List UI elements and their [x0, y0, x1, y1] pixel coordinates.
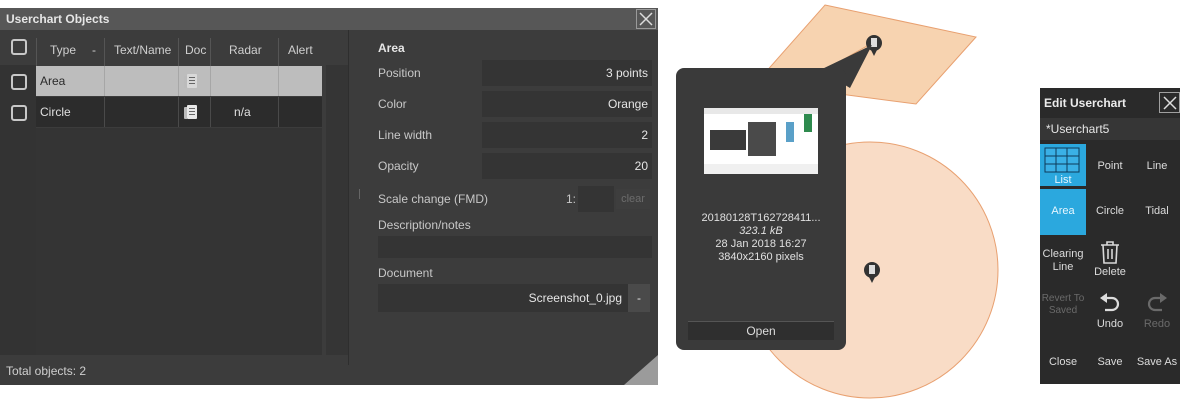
redo-label: Redo [1143, 318, 1171, 330]
preview-date: 28 Jan 2018 16:27 [715, 238, 807, 250]
preview-dimensions: 3840x2160 pixels [718, 251, 804, 263]
document-thumbnail[interactable] [704, 108, 818, 174]
userchart-name-field[interactable]: *Userchart5 [1040, 118, 1180, 140]
remove-document-button[interactable]: - [628, 284, 650, 312]
document-preview-popup: 20180128T162728411... 323.1 kB 28 Jan 20… [676, 68, 846, 350]
edit-userchart-panel: Edit Userchart *Userchart5 List Point Li… [1040, 88, 1180, 384]
row-checkbox[interactable] [11, 105, 27, 121]
color-field[interactable]: Orange [482, 91, 652, 117]
total-objects-count: Total objects: 2 [6, 364, 87, 378]
document-label: Document [378, 266, 433, 280]
description-label: Description/notes [378, 218, 471, 232]
preview-filesize: 323.1 kB [739, 225, 783, 237]
open-button[interactable]: Open [688, 321, 834, 340]
position-field[interactable]: 3 points [482, 60, 652, 86]
splitter-handle[interactable] [359, 189, 360, 199]
userchart-objects-panel: Userchart Objects Type - Text/Name Doc R… [0, 8, 658, 385]
type-column-header[interactable]: Type [50, 43, 76, 57]
row-type: Circle [40, 105, 71, 119]
delete-label: Delete [1094, 266, 1126, 278]
undo-label: Undo [1096, 318, 1124, 330]
color-label: Color [378, 97, 407, 111]
undo-icon [1100, 293, 1120, 312]
scale-change-label: Scale change (FMD) [378, 192, 489, 206]
row-checkbox[interactable] [11, 74, 27, 90]
clear-button[interactable]: clear [616, 189, 650, 209]
revert-to-saved-button[interactable]: Revert To Saved [1040, 293, 1086, 317]
userchart-name: *Userchart5 [1046, 122, 1110, 136]
table-icon [1044, 147, 1080, 173]
list-tool-button[interactable]: List [1040, 144, 1086, 186]
list-tool-label: List [1054, 174, 1072, 186]
close-button[interactable] [636, 9, 656, 29]
document-icon[interactable] [184, 105, 197, 119]
trash-icon [1101, 241, 1119, 264]
properties-heading: Area [378, 41, 405, 55]
scale-prefix: 1: [566, 192, 577, 206]
table-row[interactable]: Circle n/a [36, 97, 322, 127]
opacity-label: Opacity [378, 159, 419, 173]
object-list-empty-area [36, 128, 322, 355]
close-icon [1162, 95, 1177, 110]
line-width-field[interactable]: 2 [482, 122, 652, 148]
delete-button[interactable]: Delete [1087, 238, 1133, 286]
sort-indicator: - [92, 43, 96, 57]
userchart-objects-titlebar: Userchart Objects [0, 8, 658, 30]
area-tool-button[interactable]: Area [1040, 189, 1086, 235]
radar-column-header[interactable]: Radar [229, 43, 262, 57]
redo-button[interactable]: Redo [1134, 288, 1180, 336]
line-tool-button[interactable]: Line [1134, 160, 1180, 172]
close-icon [639, 12, 653, 26]
row-type: Area [40, 74, 66, 88]
preview-filename: 20180128T162728411... [701, 212, 821, 224]
doc-column-header[interactable]: Doc [185, 43, 206, 57]
clearing-line-tool-button[interactable]: Clearing Line [1040, 248, 1086, 274]
document-field[interactable]: Screenshot_0.jpg [378, 284, 628, 312]
alert-column-header[interactable]: Alert [288, 43, 313, 57]
description-field[interactable] [378, 236, 652, 258]
point-tool-button[interactable]: Point [1087, 160, 1133, 172]
save-as-button[interactable]: Save As [1134, 356, 1180, 368]
edit-userchart-title: Edit Userchart [1044, 96, 1127, 110]
opacity-field[interactable]: 20 [482, 153, 652, 179]
close-userchart-button[interactable]: Close [1040, 356, 1086, 368]
save-button[interactable]: Save [1087, 356, 1133, 368]
redo-icon [1147, 293, 1167, 312]
text-name-column-header[interactable]: Text/Name [114, 43, 171, 57]
circle-tool-button[interactable]: Circle [1087, 205, 1133, 217]
close-button[interactable] [1159, 92, 1180, 113]
select-all-checkbox[interactable] [11, 39, 27, 55]
list-scrollbar[interactable] [326, 65, 348, 355]
line-width-label: Line width [378, 128, 433, 142]
document-icon[interactable] [184, 74, 197, 88]
panel-divider [348, 30, 349, 365]
resize-handle[interactable] [624, 355, 658, 385]
row-radar: n/a [234, 105, 251, 119]
undo-button[interactable]: Undo [1087, 288, 1133, 336]
userchart-objects-title: Userchart Objects [6, 12, 110, 26]
scale-input[interactable] [578, 186, 614, 212]
table-row[interactable]: Area [36, 66, 322, 96]
area-tool-label: Area [1051, 205, 1075, 217]
position-label: Position [378, 66, 421, 80]
tidal-tool-button[interactable]: Tidal [1134, 205, 1180, 217]
